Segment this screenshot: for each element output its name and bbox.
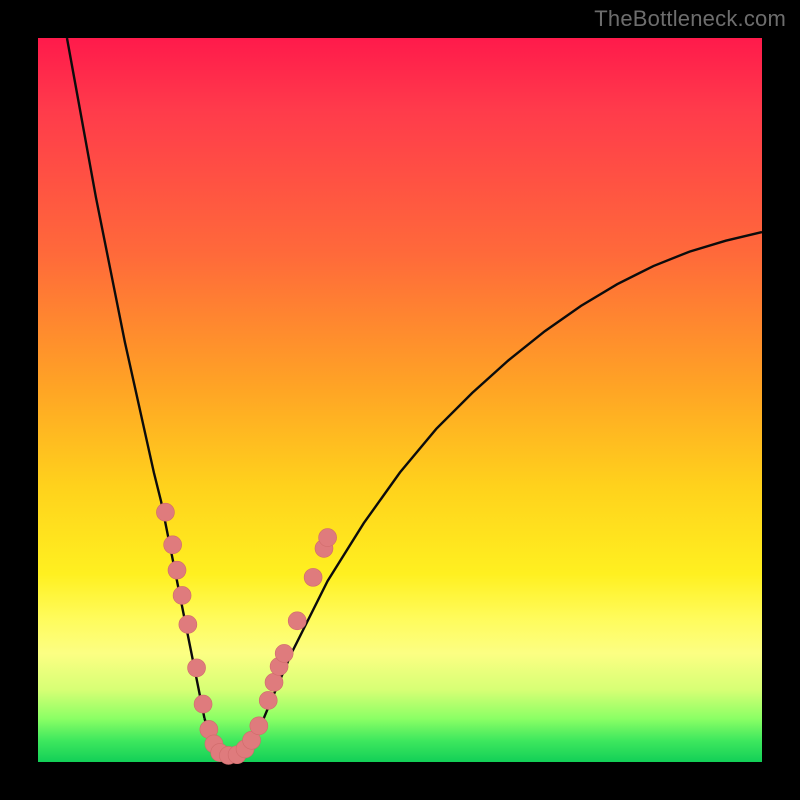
- marker-dot: [265, 673, 283, 691]
- marker-dot: [156, 503, 174, 521]
- marker-dot: [188, 659, 206, 677]
- chart-frame: TheBottleneck.com: [0, 0, 800, 800]
- marker-dot: [319, 529, 337, 547]
- watermark-text: TheBottleneck.com: [594, 6, 786, 32]
- chart-svg: [38, 38, 762, 762]
- marker-dot: [168, 561, 186, 579]
- marker-dot: [250, 717, 268, 735]
- marker-dot: [164, 536, 182, 554]
- marker-dot: [288, 612, 306, 630]
- marker-dot: [179, 615, 197, 633]
- marker-dot: [194, 695, 212, 713]
- marker-dot: [173, 586, 191, 604]
- marker-dot: [275, 644, 293, 662]
- marker-dot: [304, 568, 322, 586]
- marker-dot-group: [156, 503, 336, 764]
- chart-plot-area: [38, 38, 762, 762]
- marker-dot: [259, 691, 277, 709]
- curve-right-branch: [255, 232, 762, 739]
